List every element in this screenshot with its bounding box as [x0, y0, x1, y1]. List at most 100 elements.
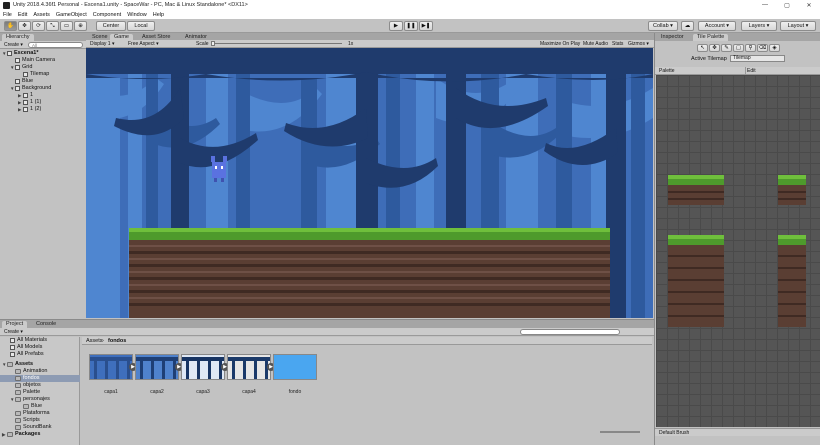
box-fill-icon[interactable]: ▢: [733, 44, 744, 52]
move-tool-icon[interactable]: ✥: [18, 21, 31, 31]
fill-bucket-icon[interactable]: ◈: [769, 44, 780, 52]
move-tile-tool-icon[interactable]: ✥: [709, 44, 720, 52]
minimize-button[interactable]: —: [754, 0, 776, 10]
transform-tool-icon[interactable]: ⊕: [74, 21, 87, 31]
layout-dropdown[interactable]: Layout ▾: [780, 21, 816, 31]
menu-window[interactable]: Window: [127, 12, 147, 18]
menu-help[interactable]: Help: [153, 12, 164, 18]
tile-palette-grid[interactable]: [656, 75, 820, 427]
menu-assets[interactable]: Assets: [33, 12, 50, 18]
hierarchy-item-label: Background: [22, 85, 52, 91]
project-folder-item[interactable]: Scripts: [10, 417, 40, 424]
gizmos-dropdown[interactable]: Gizmos ▾: [626, 41, 651, 47]
pause-button[interactable]: ❚❚: [404, 21, 418, 31]
folder-label: Animation: [23, 368, 48, 374]
favorite-search-item[interactable]: All Models: [10, 344, 42, 351]
active-tilemap-label: Active Tilemap: [691, 56, 727, 62]
play-button[interactable]: ▶: [389, 21, 403, 31]
mute-audio-toggle[interactable]: Mute Audio: [581, 41, 610, 47]
favorite-search-item[interactable]: All Materials: [10, 337, 47, 344]
folder-icon: [7, 432, 13, 437]
maximize-button[interactable]: ▢: [776, 0, 798, 10]
project-folder-item[interactable]: ▶ Packages: [2, 431, 40, 438]
folder-label: Assets: [15, 361, 34, 367]
project-folder-item[interactable]: Blue: [18, 403, 42, 410]
project-folder-item[interactable]: Plataforma: [10, 410, 50, 417]
gameobject-icon: [7, 51, 12, 56]
menu-component[interactable]: Component: [93, 12, 121, 18]
tab-project[interactable]: Project: [2, 321, 28, 328]
asset-thumbnail[interactable]: [135, 354, 179, 380]
tab-inspector[interactable]: Inspector: [657, 34, 688, 41]
hierarchy-item[interactable]: ▼ Escena1*: [2, 50, 38, 57]
project-search-input[interactable]: [520, 329, 620, 335]
breadcrumb-fondos[interactable]: fondos: [108, 338, 126, 344]
breadcrumb-assets[interactable]: Assets: [86, 338, 103, 344]
pivot-center-button[interactable]: Center: [96, 21, 126, 31]
project-folder-item[interactable]: Palette: [10, 389, 40, 396]
close-button[interactable]: ✕: [798, 0, 820, 10]
asset-preview: [182, 357, 224, 379]
hierarchy-item-label: 1 (1): [30, 99, 42, 105]
game-render: [86, 48, 653, 318]
select-tool-icon[interactable]: ↖: [697, 44, 708, 52]
palette-dropdown[interactable]: Palette: [659, 68, 675, 74]
tab-tile-palette[interactable]: Tile Palette: [693, 34, 729, 41]
folder-label: Blue: [31, 403, 43, 409]
rotate-tool-icon[interactable]: ⟳: [32, 21, 45, 31]
project-create-button[interactable]: Create ▾: [2, 329, 25, 335]
thumbnail-size-slider[interactable]: [600, 431, 640, 433]
collab-button[interactable]: Collab ▾: [648, 21, 678, 31]
menu-gameobject[interactable]: GameObject: [56, 12, 87, 18]
search-icon: [10, 352, 15, 357]
project-folder-item[interactable]: ▼ personajes: [10, 396, 50, 403]
project-folder-item[interactable]: objetos: [10, 382, 41, 389]
menu-file[interactable]: File: [3, 12, 12, 18]
hierarchy-item[interactable]: ▶ 1 (2): [18, 106, 41, 113]
favorite-label: All Prefabs: [17, 351, 44, 357]
paint-brush-icon[interactable]: ✎: [721, 44, 732, 52]
picker-icon[interactable]: ⚲: [745, 44, 756, 52]
hierarchy-item[interactable]: ▶ 1: [18, 92, 33, 99]
project-folder-item[interactable]: fondos: [0, 375, 80, 382]
game-view[interactable]: [86, 48, 653, 318]
account-dropdown[interactable]: Account ▾: [698, 21, 736, 31]
active-tilemap-dropdown[interactable]: Tilemap: [730, 55, 785, 62]
tab-hierarchy[interactable]: Hierarchy: [2, 34, 34, 41]
project-folder-item[interactable]: Animation: [10, 368, 47, 375]
scale-slider[interactable]: [212, 43, 342, 44]
cloud-icon[interactable]: ☁: [681, 21, 694, 31]
display-dropdown[interactable]: Display 1 ▾: [88, 41, 116, 47]
hierarchy-item[interactable]: Main Camera: [10, 57, 55, 64]
step-button[interactable]: ▶❚: [419, 21, 433, 31]
palette-edit-button[interactable]: Edit: [747, 68, 756, 74]
stats-toggle[interactable]: Stats: [610, 41, 625, 47]
brush-dropdown[interactable]: Default Brush: [659, 430, 689, 436]
project-folder-item[interactable]: SoundBank: [10, 424, 51, 431]
asset-thumbnail[interactable]: [181, 354, 225, 380]
hierarchy-item[interactable]: ▼ Grid: [10, 64, 32, 71]
hand-tool-icon[interactable]: ✋: [4, 21, 17, 31]
layers-dropdown[interactable]: Layers ▾: [741, 21, 777, 31]
menu-edit[interactable]: Edit: [18, 12, 27, 18]
rect-tool-icon[interactable]: ▭: [60, 21, 73, 31]
scale-tool-icon[interactable]: ⤡: [46, 21, 59, 31]
scale-slider-handle[interactable]: [211, 41, 215, 46]
aspect-dropdown[interactable]: Free Aspect ▾: [126, 41, 161, 47]
hierarchy-search-input[interactable]: All: [28, 42, 83, 48]
hierarchy-create-button[interactable]: Create ▾: [2, 42, 25, 48]
folder-icon: [15, 411, 21, 416]
hierarchy-item[interactable]: Blue: [10, 78, 33, 85]
hierarchy-item[interactable]: ▼ Background: [10, 85, 51, 92]
eraser-icon[interactable]: ⌫: [757, 44, 768, 52]
project-folder-item[interactable]: ▼ Assets: [2, 361, 33, 368]
asset-thumbnail[interactable]: [227, 354, 271, 380]
hierarchy-item[interactable]: Tilemap: [18, 71, 49, 78]
tab-console[interactable]: Console: [32, 321, 60, 328]
maximize-on-play-toggle[interactable]: Maximize On Play: [538, 41, 582, 47]
asset-thumbnail[interactable]: [273, 354, 317, 380]
favorite-search-item[interactable]: All Prefabs: [10, 351, 44, 358]
hierarchy-item[interactable]: ▶ 1 (1): [18, 99, 41, 106]
asset-thumbnail[interactable]: [89, 354, 133, 380]
pivot-local-button[interactable]: Local: [127, 21, 155, 31]
